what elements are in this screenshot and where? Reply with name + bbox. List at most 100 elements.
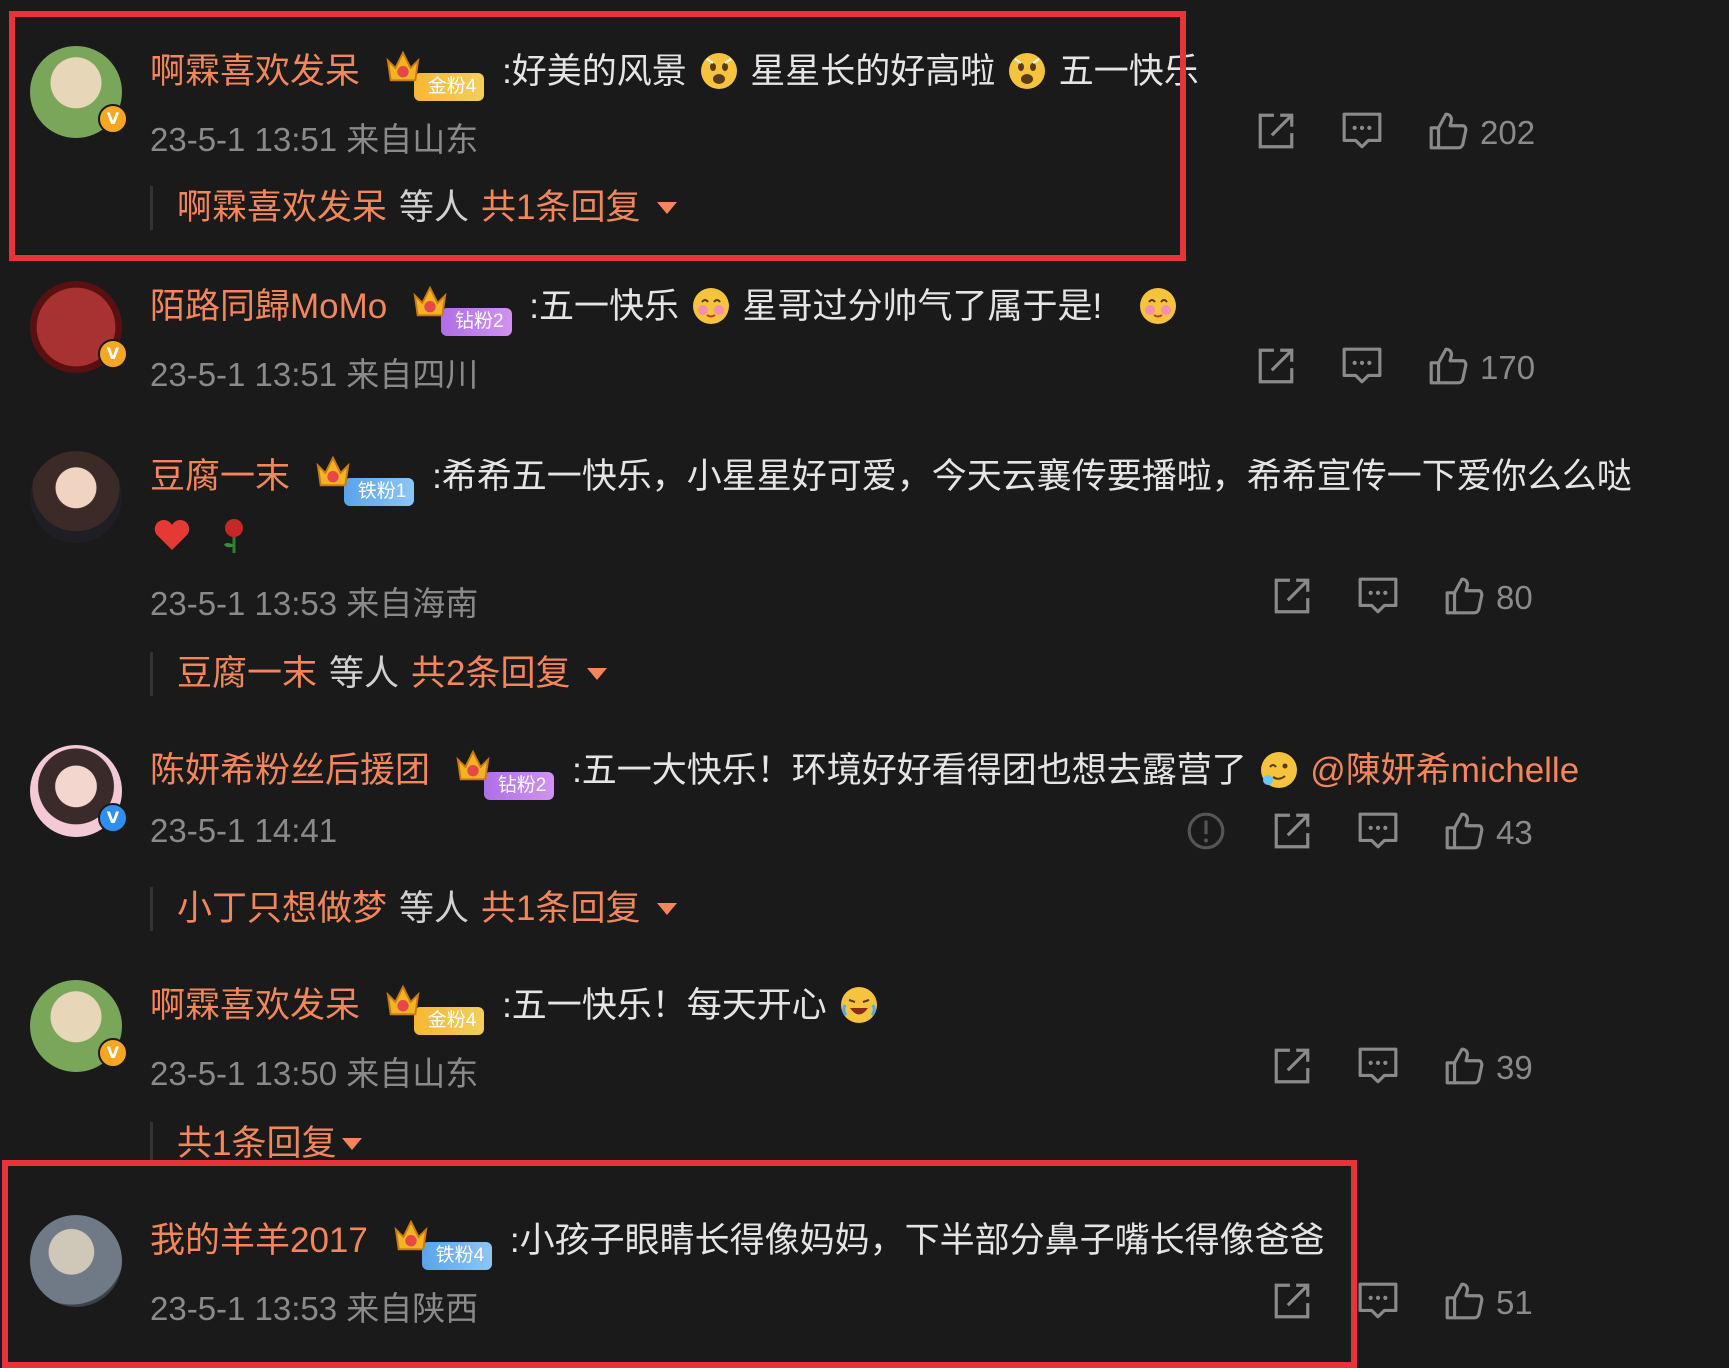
caret-down-icon[interactable] bbox=[656, 201, 677, 214]
fan-badge-label: 金粉4 bbox=[413, 1006, 485, 1035]
verified-icon: V bbox=[98, 339, 128, 369]
like-icon[interactable] bbox=[1443, 1045, 1485, 1087]
reply-count-link[interactable]: 共1条回复 bbox=[481, 889, 640, 928]
comment-meta: 23-5-1 13:50 来自山东 bbox=[150, 1055, 479, 1092]
comment-text: 星哥过分帅气了属于是! bbox=[742, 287, 1103, 326]
comment-text: 五一快乐 bbox=[1058, 52, 1199, 91]
verified-icon: V bbox=[98, 1038, 128, 1068]
comment-icon[interactable] bbox=[1357, 1045, 1399, 1087]
reply-username[interactable]: 啊霖喜欢发呆 bbox=[177, 188, 387, 227]
like-count: 43 bbox=[1496, 814, 1533, 851]
comment-meta: 23-5-1 13:53 来自陕西 bbox=[150, 1290, 479, 1327]
like-count: 202 bbox=[1480, 114, 1536, 151]
share-icon[interactable] bbox=[1271, 810, 1313, 852]
comment-icon[interactable] bbox=[1357, 810, 1399, 852]
avatar[interactable]: V bbox=[30, 46, 128, 138]
fan-badge[interactable]: 钻粉2 bbox=[454, 756, 555, 800]
blush-emoji-icon bbox=[691, 286, 731, 326]
comment-text: :希希五一快乐，小星星好可爱，今天云襄传要播啦，希希宣传一下爱你么么哒 bbox=[432, 457, 1632, 496]
like-icon[interactable] bbox=[1427, 110, 1469, 152]
comment-text: 星星长的好高啦 bbox=[750, 52, 996, 91]
comment-meta: 23-5-1 13:51 来自四川 bbox=[150, 356, 479, 393]
like-count: 51 bbox=[1496, 1284, 1533, 1321]
like-count: 170 bbox=[1480, 349, 1536, 386]
reply-others-label: 等人 bbox=[399, 889, 470, 928]
wink-emoji-icon bbox=[1259, 750, 1299, 790]
heart-icon bbox=[152, 515, 192, 555]
comment-text: :小孩子眼睛长得像妈妈，下半部分鼻子嘴长得像爸爸 bbox=[509, 1221, 1325, 1260]
crown-icon bbox=[314, 454, 352, 490]
scared-emoji-icon bbox=[699, 51, 739, 91]
scared-emoji-icon bbox=[1007, 51, 1047, 91]
share-icon[interactable] bbox=[1255, 110, 1297, 152]
laugh-emoji-icon bbox=[839, 985, 879, 1025]
comment-meta: 23-5-1 13:51 来自山东 bbox=[150, 121, 479, 158]
avatar[interactable]: V bbox=[30, 281, 128, 373]
comment-text: :五一快乐！每天开心 bbox=[502, 986, 827, 1025]
comment-icon[interactable] bbox=[1357, 1280, 1399, 1322]
crown-icon bbox=[454, 748, 492, 784]
crown-icon bbox=[384, 49, 422, 85]
crown-icon bbox=[392, 1218, 430, 1254]
mention-link[interactable]: @陳妍希michelle bbox=[1310, 751, 1579, 790]
reply-summary[interactable]: 小丁只想做梦 等人 共1条回复 bbox=[150, 887, 677, 931]
fan-badge-label: 钻粉2 bbox=[440, 307, 512, 336]
fan-badge[interactable]: 金粉4 bbox=[384, 57, 485, 101]
like-icon[interactable] bbox=[1427, 345, 1469, 387]
comment-icon[interactable] bbox=[1341, 110, 1383, 152]
caret-down-icon[interactable] bbox=[586, 667, 607, 680]
like-icon[interactable] bbox=[1443, 575, 1485, 617]
blush-emoji-icon bbox=[1138, 286, 1178, 326]
username-link[interactable]: 啊霖喜欢发呆 bbox=[150, 52, 360, 91]
avatar[interactable]: V bbox=[30, 745, 128, 837]
fan-badge[interactable]: 铁粉1 bbox=[314, 462, 415, 506]
fan-badge[interactable]: 金粉4 bbox=[384, 991, 485, 1035]
fan-badge-label: 钻粉2 bbox=[483, 771, 555, 800]
reply-others-label: 等人 bbox=[329, 654, 400, 693]
like-count: 80 bbox=[1496, 579, 1533, 616]
like-icon[interactable] bbox=[1443, 810, 1485, 852]
reply-count-link[interactable]: 共1条回复 bbox=[481, 188, 640, 227]
username-link[interactable]: 陌路同歸MoMo bbox=[150, 287, 387, 326]
username-link[interactable]: 啊霖喜欢发呆 bbox=[150, 986, 360, 1025]
crown-icon bbox=[411, 284, 449, 320]
avatar[interactable] bbox=[30, 451, 122, 543]
fan-badge-label: 金粉4 bbox=[413, 72, 485, 101]
reply-summary[interactable]: 啊霖喜欢发呆 等人 共1条回复 bbox=[150, 186, 677, 230]
verified-icon: V bbox=[98, 104, 128, 134]
like-count: 39 bbox=[1496, 1049, 1533, 1086]
share-icon[interactable] bbox=[1271, 1280, 1313, 1322]
reply-count-link[interactable]: 共1条回复 bbox=[177, 1124, 336, 1163]
fan-badge[interactable]: 铁粉4 bbox=[392, 1226, 493, 1270]
fan-badge-label: 铁粉1 bbox=[343, 477, 415, 506]
username-link[interactable]: 豆腐一末 bbox=[150, 457, 290, 496]
rose-icon bbox=[214, 515, 254, 555]
avatar[interactable] bbox=[30, 1215, 122, 1307]
comment-icon[interactable] bbox=[1341, 345, 1383, 387]
reply-summary[interactable]: 共1条回复 bbox=[150, 1122, 363, 1166]
username-link[interactable]: 我的羊羊2017 bbox=[150, 1221, 368, 1260]
avatar[interactable]: V bbox=[30, 980, 128, 1072]
reply-count-link[interactable]: 共2条回复 bbox=[411, 654, 570, 693]
verified-icon: V bbox=[98, 803, 128, 833]
comment-text: :五一快乐 bbox=[529, 287, 680, 326]
share-icon[interactable] bbox=[1255, 345, 1297, 387]
fan-badge-label: 铁粉4 bbox=[421, 1241, 493, 1270]
reply-username[interactable]: 小丁只想做梦 bbox=[177, 889, 387, 928]
reply-summary[interactable]: 豆腐一末 等人 共2条回复 bbox=[150, 652, 607, 696]
reply-username[interactable]: 豆腐一末 bbox=[177, 654, 317, 693]
like-icon[interactable] bbox=[1443, 1280, 1485, 1322]
report-icon[interactable] bbox=[1185, 810, 1227, 852]
share-icon[interactable] bbox=[1271, 1045, 1313, 1087]
caret-down-icon[interactable] bbox=[342, 1137, 363, 1150]
caret-down-icon[interactable] bbox=[656, 902, 677, 915]
username-link[interactable]: 陈妍希粉丝后援团 bbox=[150, 751, 430, 790]
comment-meta: 23-5-1 13:53 来自海南 bbox=[150, 585, 479, 622]
reply-others-label: 等人 bbox=[399, 188, 470, 227]
share-icon[interactable] bbox=[1271, 575, 1313, 617]
comment-text: :好美的风景 bbox=[502, 52, 687, 91]
comment-text: :五一大快乐！环境好好看得团也想去露营了 bbox=[572, 751, 1247, 790]
crown-icon bbox=[384, 983, 422, 1019]
comment-icon[interactable] bbox=[1357, 575, 1399, 617]
fan-badge[interactable]: 钻粉2 bbox=[411, 292, 512, 336]
